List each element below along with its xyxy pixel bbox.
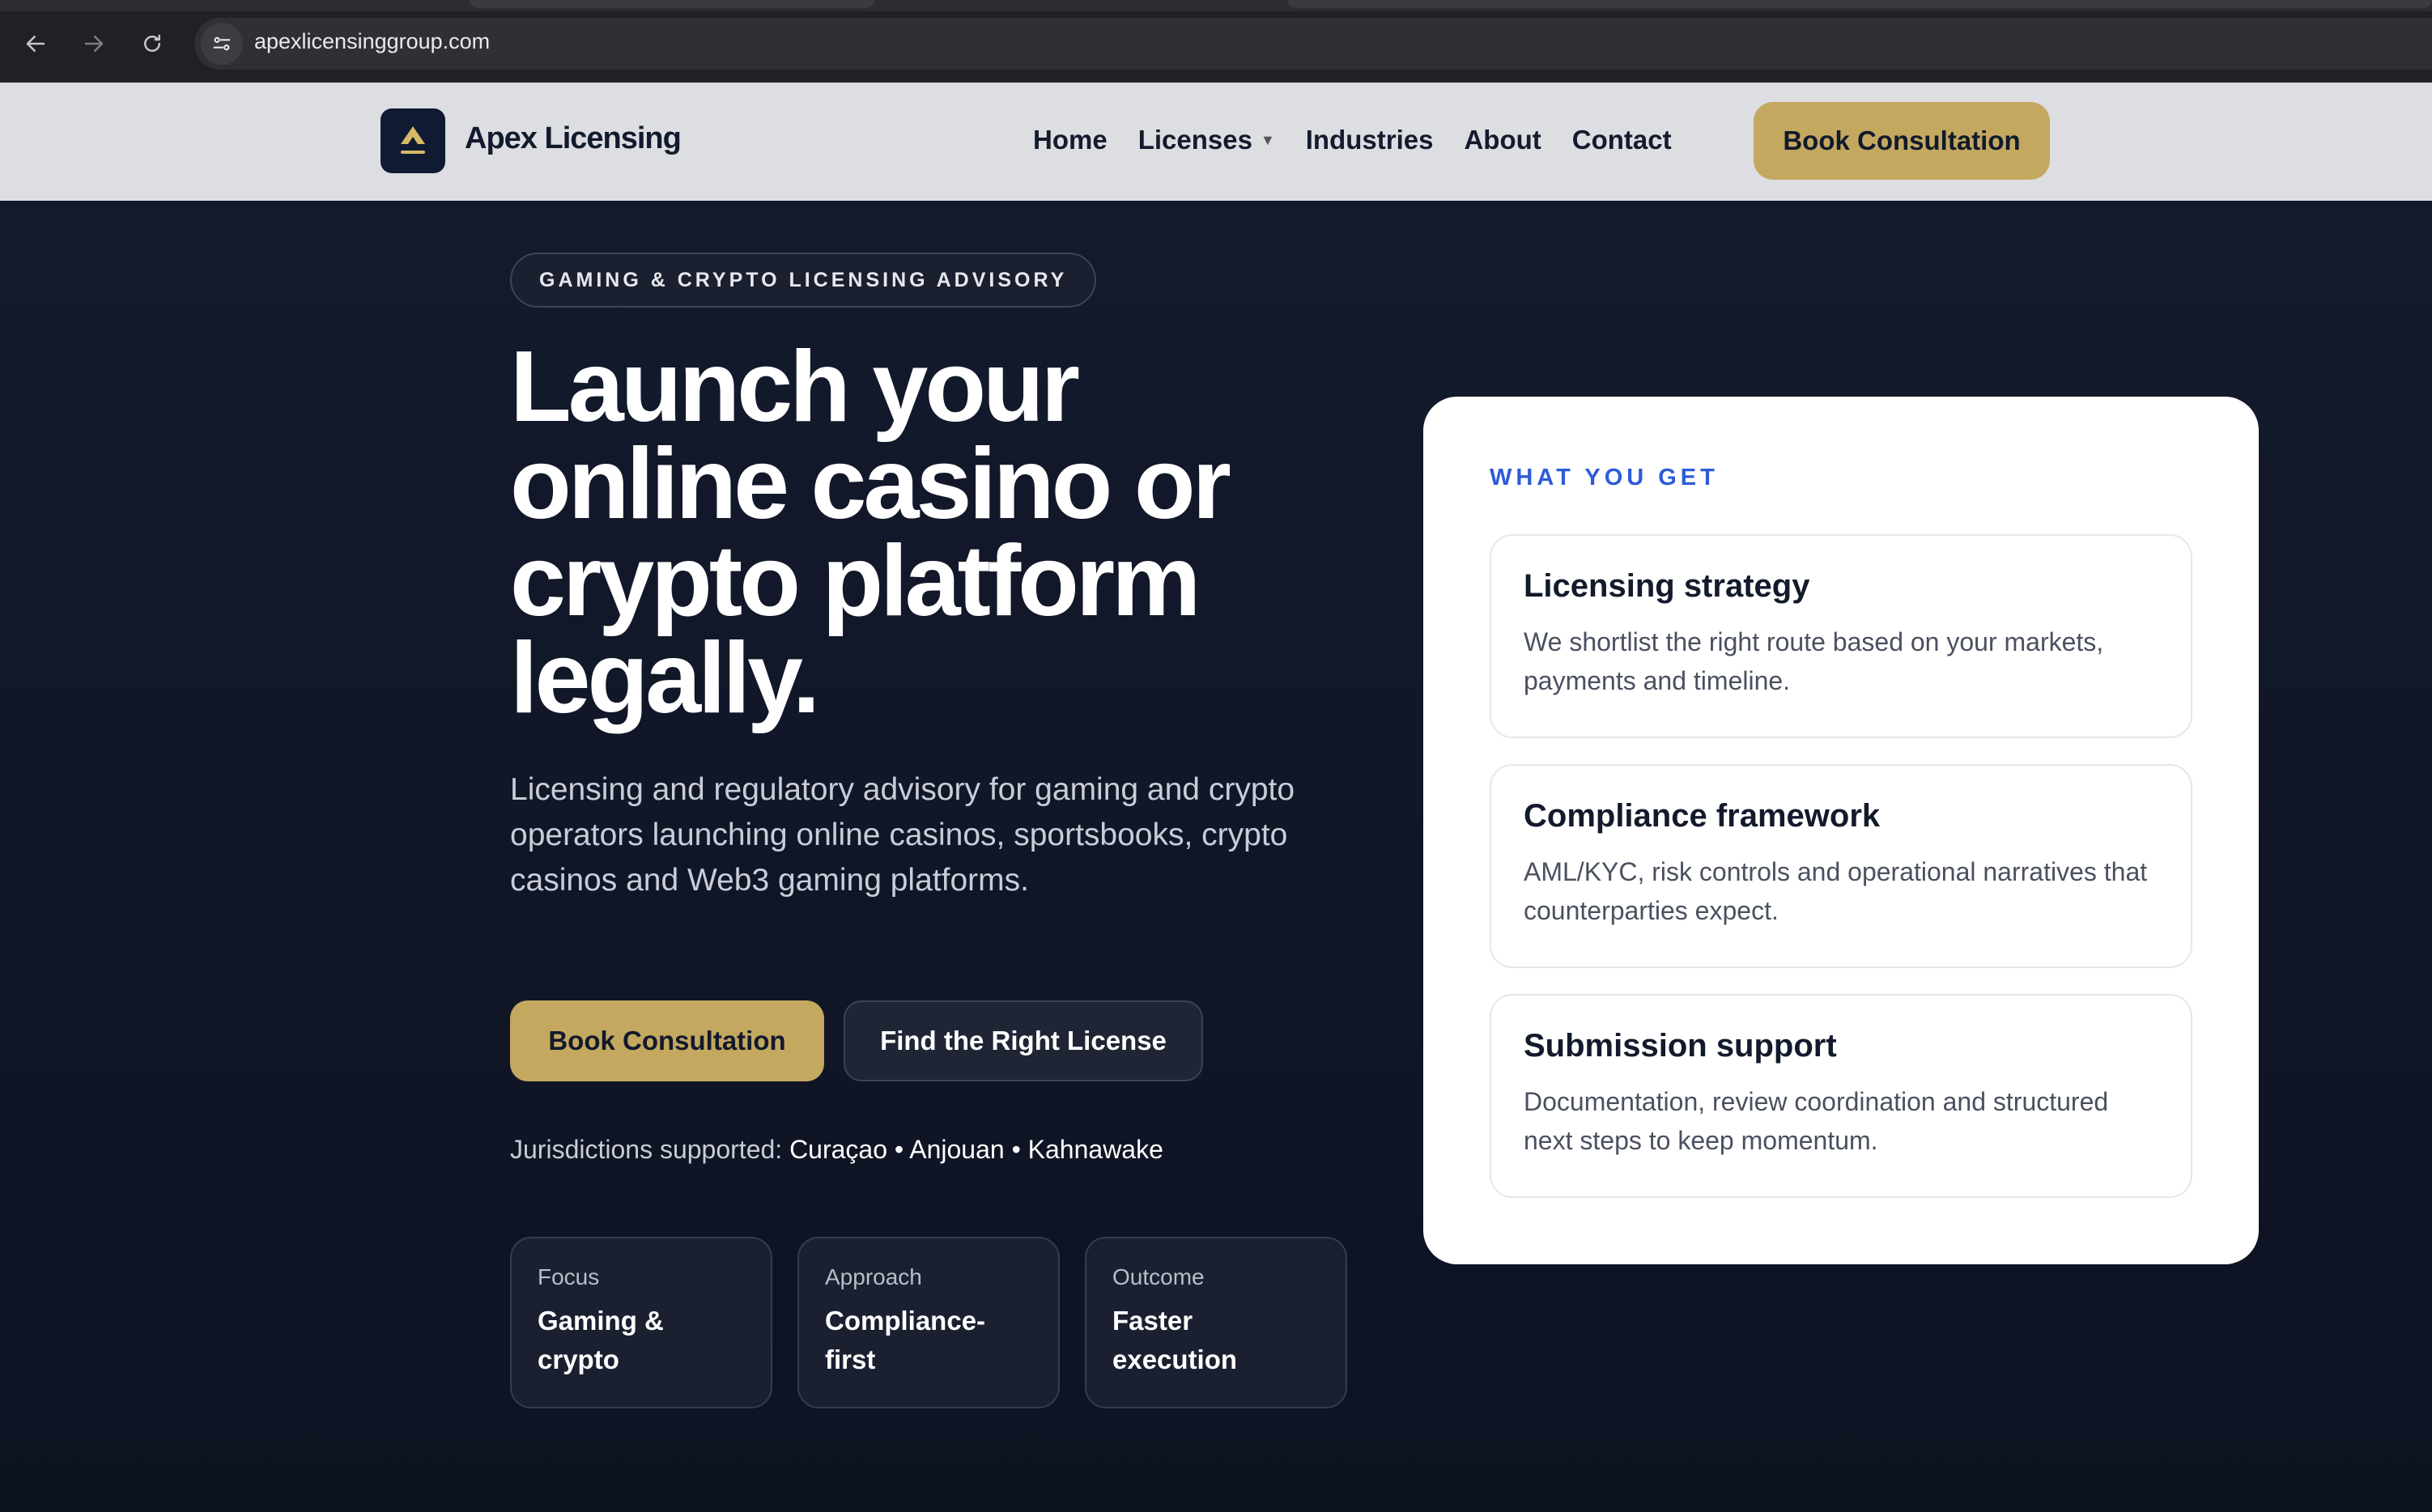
reload-icon [144,34,160,52]
stat-card-outcome: Outcome Faster execution [1085,1237,1347,1408]
feature-body: AML/KYC, risk controls and operational n… [1524,857,2148,925]
stat-label: Approach [825,1264,922,1289]
address-bar[interactable]: apexlicensinggroup.com [194,18,2432,70]
back-button[interactable] [15,23,57,65]
nav-licenses-label: Licenses [1137,125,1252,155]
stat-card-approach: Approach Compliance-first [797,1237,1060,1408]
nav-home[interactable]: Home [1033,125,1108,155]
url-text: apexlicensinggroup.com [254,29,491,53]
find-license-button[interactable]: Find the Right License [844,1000,1203,1081]
reload-button[interactable] [131,23,173,65]
hero-headline: Launch your online casino or crypto plat… [510,331,1231,734]
feature-licensing-strategy: Licensing strategy We shortlist the righ… [1490,534,2192,738]
jurisdictions-list: Curaçao • Anjouan • Kahnawake [789,1135,1163,1164]
browser-tab[interactable] [470,0,874,8]
feature-body: Documentation, review coordination and s… [1524,1087,2109,1155]
stat-value: Compliance-first [825,1306,986,1374]
stat-value: Faster execution [1112,1306,1238,1374]
forward-button[interactable] [73,23,115,65]
nav-contact[interactable]: Contact [1572,125,1672,155]
stat-card-focus: Focus Gaming & crypto [510,1237,772,1408]
feature-submission-support: Submission support Documentation, review… [1490,994,2192,1198]
apex-logo-icon [401,126,425,154]
jurisdictions-line: Jurisdictions supported: Curaçao • Anjou… [510,1135,1163,1165]
nav-licenses[interactable]: Licenses ▼ [1138,125,1275,155]
feature-title: Submission support [1524,1028,1837,1064]
main-nav: Home Licenses ▼ Industries About Contact [1033,125,1672,155]
nav-contact-label: Contact [1571,125,1672,155]
hero-badge: GAMING & CRYPTO LICENSING ADVISORY [510,253,1097,308]
hero-subtext: Licensing and regulatory advisory for ga… [510,772,1295,898]
tab-strip [0,0,2432,11]
feature-body: We shortlist the right route based on yo… [1524,627,2104,695]
logo-link[interactable] [381,108,445,173]
nav-industries[interactable]: Industries [1306,125,1434,155]
hero-section: GAMING & CRYPTO LICENSING ADVISORY Launc… [0,201,2432,1512]
card-kicker: WHAT YOU GET [1490,465,1719,491]
forward-arrow-icon [84,36,104,52]
site-info-button[interactable] [201,23,243,65]
stat-label: Focus [538,1264,600,1289]
nav-about-label: About [1464,125,1541,155]
caret-down-icon: ▼ [1260,131,1275,148]
nav-home-label: Home [1033,125,1108,155]
stat-value: Gaming & crypto [538,1306,664,1374]
browser-tab[interactable] [1287,0,2432,8]
header-book-consultation-button[interactable]: Book Consultation [1754,102,2050,180]
back-arrow-icon [26,36,45,52]
stat-label: Outcome [1112,1264,1205,1289]
feature-title: Compliance framework [1524,798,1881,834]
jurisdictions-label: Jurisdictions supported: [510,1135,783,1164]
browser-chrome: apexlicensinggroup.com [0,0,2432,83]
feature-title: Licensing strategy [1524,568,1810,604]
book-consultation-button[interactable]: Book Consultation [510,1000,824,1081]
site-header: Apex Licensing Home Licenses ▼ Industrie… [0,83,2432,201]
nav-industries-label: Industries [1305,125,1434,155]
what-you-get-card: WHAT YOU GET Licensing strategy We short… [1423,397,2259,1264]
brand-name[interactable]: Apex Licensing [465,121,682,156]
site-settings-icon [213,36,231,51]
feature-compliance-framework: Compliance framework AML/KYC, risk contr… [1490,764,2192,968]
nav-about[interactable]: About [1464,125,1541,155]
